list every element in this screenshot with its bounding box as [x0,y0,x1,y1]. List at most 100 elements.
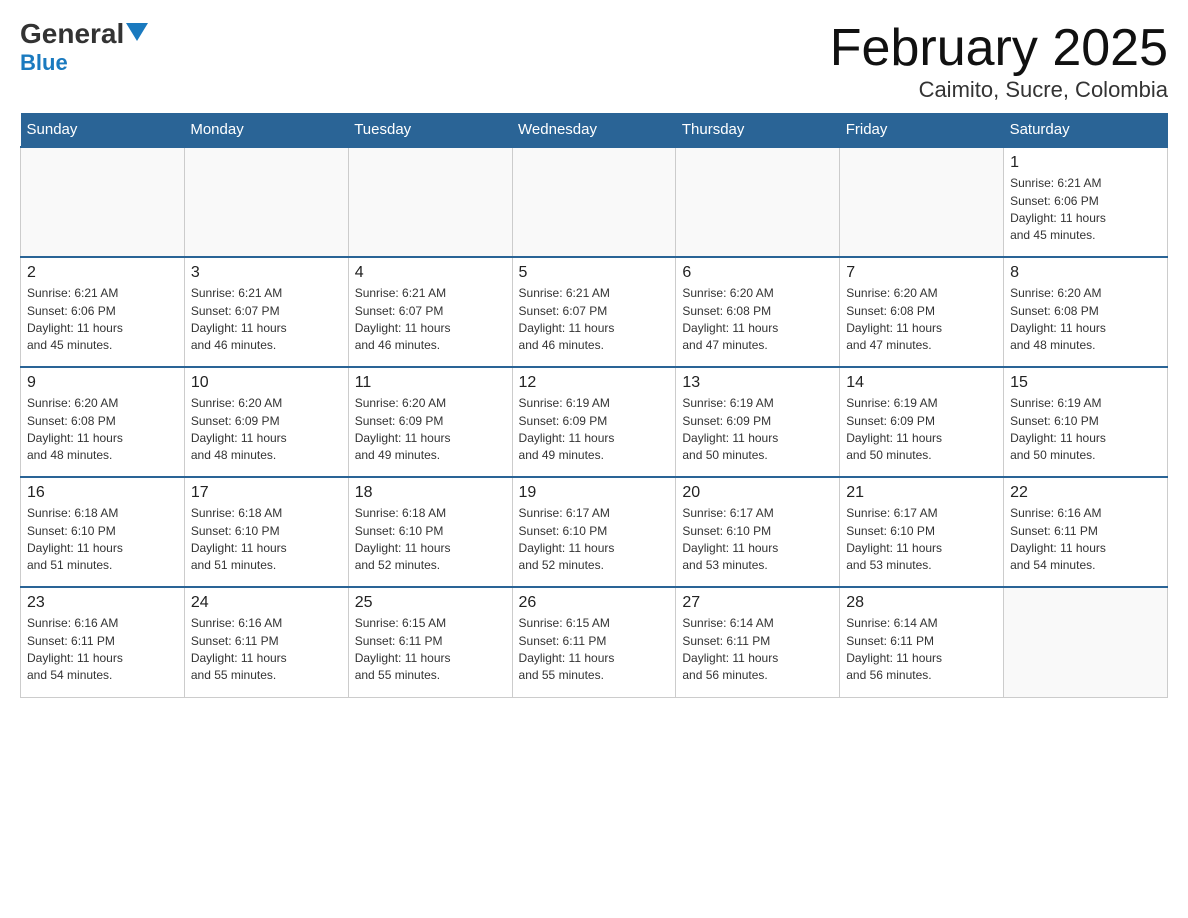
day-number: 9 [27,374,178,392]
calendar-cell: 6 Sunrise: 6:20 AM Sunset: 6:08 PM Daylig… [676,257,840,367]
calendar-cell: 21Sunrise: 6:17 AM Sunset: 6:10 PM Dayli… [840,477,1004,587]
calendar-cell [184,147,348,257]
col-sunday: Sunday [21,113,185,147]
day-number: 18 [355,484,506,502]
day-number: 23 [27,594,178,612]
calendar-cell: 17 Sunrise: 6:18 AM Sunset: 6:10 PM Dayli… [184,477,348,587]
logo: General Blue [20,20,148,76]
calendar-cell: 26 Sunrise: 6:15 AM Sunset: 6:11 PM Dayli… [512,587,676,697]
day-info: Sunrise: 6:17 AM Sunset: 6:10 PM Dayligh… [846,505,997,575]
day-info: Sunrise: 6:19 AM Sunset: 6:09 PM Dayligh… [682,395,833,465]
day-info: Sunrise: 6:21 AM Sunset: 6:07 PM Dayligh… [191,285,342,355]
day-info: Sunrise: 6:16 AM Sunset: 6:11 PM Dayligh… [27,615,178,685]
calendar-title: February 2025 [830,20,1168,77]
day-info: Sunrise: 6:21 AM Sunset: 6:07 PM Dayligh… [355,285,506,355]
day-number: 16 [27,484,178,502]
day-info: Sunrise: 6:20 AM Sunset: 6:08 PM Dayligh… [846,285,997,355]
day-info: Sunrise: 6:20 AM Sunset: 6:08 PM Dayligh… [27,395,178,465]
calendar-week-row: 1Sunrise: 6:21 AM Sunset: 6:06 PM Daylig… [21,147,1168,257]
day-info: Sunrise: 6:21 AM Sunset: 6:06 PM Dayligh… [27,285,178,355]
calendar-cell: 14 Sunrise: 6:19 AM Sunset: 6:09 PM Dayli… [840,367,1004,477]
calendar-cell: 1Sunrise: 6:21 AM Sunset: 6:06 PM Daylig… [1004,147,1168,257]
calendar-cell: 15 Sunrise: 6:19 AM Sunset: 6:10 PM Dayli… [1004,367,1168,477]
calendar-header-row: Sunday Monday Tuesday Wednesday Thursday… [21,113,1168,147]
day-number: 19 [519,484,670,502]
day-number: 4 [355,264,506,282]
day-info: Sunrise: 6:20 AM Sunset: 6:09 PM Dayligh… [191,395,342,465]
day-info: Sunrise: 6:15 AM Sunset: 6:11 PM Dayligh… [355,615,506,685]
calendar-cell: 25 Sunrise: 6:15 AM Sunset: 6:11 PM Dayli… [348,587,512,697]
calendar-cell: 4 Sunrise: 6:21 AM Sunset: 6:07 PM Daylig… [348,257,512,367]
calendar-cell: 24Sunrise: 6:16 AM Sunset: 6:11 PM Dayli… [184,587,348,697]
calendar-cell: 27 Sunrise: 6:14 AM Sunset: 6:11 PM Dayli… [676,587,840,697]
calendar-cell: 9 Sunrise: 6:20 AM Sunset: 6:08 PM Daylig… [21,367,185,477]
logo-text-part1: General [20,20,124,48]
logo-arrow-icon [126,23,148,41]
day-number: 17 [191,484,342,502]
calendar-subtitle: Caimito, Sucre, Colombia [830,77,1168,103]
calendar-cell: 22Sunrise: 6:16 AM Sunset: 6:11 PM Dayli… [1004,477,1168,587]
calendar-cell: 18 Sunrise: 6:18 AM Sunset: 6:10 PM Dayli… [348,477,512,587]
day-number: 12 [519,374,670,392]
day-number: 13 [682,374,833,392]
logo-text-part2: Blue [20,50,68,76]
calendar-cell: 20Sunrise: 6:17 AM Sunset: 6:10 PM Dayli… [676,477,840,587]
col-friday: Friday [840,113,1004,147]
calendar-cell: 16Sunrise: 6:18 AM Sunset: 6:10 PM Dayli… [21,477,185,587]
calendar-cell [348,147,512,257]
calendar-cell: 11Sunrise: 6:20 AM Sunset: 6:09 PM Dayli… [348,367,512,477]
calendar-cell: 10 Sunrise: 6:20 AM Sunset: 6:09 PM Dayli… [184,367,348,477]
day-number: 25 [355,594,506,612]
day-info: Sunrise: 6:19 AM Sunset: 6:10 PM Dayligh… [1010,395,1161,465]
day-number: 3 [191,264,342,282]
calendar-cell: 5Sunrise: 6:21 AM Sunset: 6:07 PM Daylig… [512,257,676,367]
calendar-week-row: 2 Sunrise: 6:21 AM Sunset: 6:06 PM Daylig… [21,257,1168,367]
day-number: 22 [1010,484,1161,502]
day-info: Sunrise: 6:20 AM Sunset: 6:08 PM Dayligh… [1010,285,1161,355]
day-info: Sunrise: 6:18 AM Sunset: 6:10 PM Dayligh… [191,505,342,575]
calendar-cell: 23 Sunrise: 6:16 AM Sunset: 6:11 PM Dayli… [21,587,185,697]
calendar-week-row: 23 Sunrise: 6:16 AM Sunset: 6:11 PM Dayli… [21,587,1168,697]
calendar-cell: 12 Sunrise: 6:19 AM Sunset: 6:09 PM Dayli… [512,367,676,477]
calendar-cell: 7 Sunrise: 6:20 AM Sunset: 6:08 PM Daylig… [840,257,1004,367]
day-info: Sunrise: 6:20 AM Sunset: 6:08 PM Dayligh… [682,285,833,355]
calendar-cell [1004,587,1168,697]
day-number: 1 [1010,154,1161,172]
day-info: Sunrise: 6:19 AM Sunset: 6:09 PM Dayligh… [519,395,670,465]
calendar-cell [21,147,185,257]
col-wednesday: Wednesday [512,113,676,147]
day-number: 8 [1010,264,1161,282]
day-number: 28 [846,594,997,612]
day-number: 24 [191,594,342,612]
day-number: 6 [682,264,833,282]
day-number: 7 [846,264,997,282]
calendar-cell: 13 Sunrise: 6:19 AM Sunset: 6:09 PM Dayli… [676,367,840,477]
day-number: 20 [682,484,833,502]
calendar-week-row: 16 Sunrise: 6:18 AM Sunset: 6:10 PM Dayli… [21,477,1168,587]
calendar-cell: 28Sunrise: 6:14 AM Sunset: 6:11 PM Dayli… [840,587,1004,697]
calendar-cell [512,147,676,257]
day-number: 14 [846,374,997,392]
day-info: Sunrise: 6:17 AM Sunset: 6:10 PM Dayligh… [519,505,670,575]
day-number: 15 [1010,374,1161,392]
col-tuesday: Tuesday [348,113,512,147]
day-info: Sunrise: 6:21 AM Sunset: 6:07 PM Dayligh… [519,285,670,355]
day-number: 10 [191,374,342,392]
calendar-cell: 19 Sunrise: 6:17 AM Sunset: 6:10 PM Dayli… [512,477,676,587]
day-info: Sunrise: 6:14 AM Sunset: 6:11 PM Dayligh… [682,615,833,685]
col-thursday: Thursday [676,113,840,147]
title-block: February 2025 Caimito, Sucre, Colombia [830,20,1168,103]
day-number: 11 [355,374,506,392]
day-info: Sunrise: 6:18 AM Sunset: 6:10 PM Dayligh… [355,505,506,575]
calendar-cell: 8 Sunrise: 6:20 AM Sunset: 6:08 PM Daylig… [1004,257,1168,367]
calendar-week-row: 9 Sunrise: 6:20 AM Sunset: 6:08 PM Daylig… [21,367,1168,477]
col-monday: Monday [184,113,348,147]
calendar-cell [676,147,840,257]
day-number: 2 [27,264,178,282]
calendar-table: Sunday Monday Tuesday Wednesday Thursday… [20,113,1168,698]
day-number: 26 [519,594,670,612]
day-number: 27 [682,594,833,612]
day-info: Sunrise: 6:19 AM Sunset: 6:09 PM Dayligh… [846,395,997,465]
day-info: Sunrise: 6:15 AM Sunset: 6:11 PM Dayligh… [519,615,670,685]
page-header: General Blue February 2025 Caimito, Sucr… [20,20,1168,103]
